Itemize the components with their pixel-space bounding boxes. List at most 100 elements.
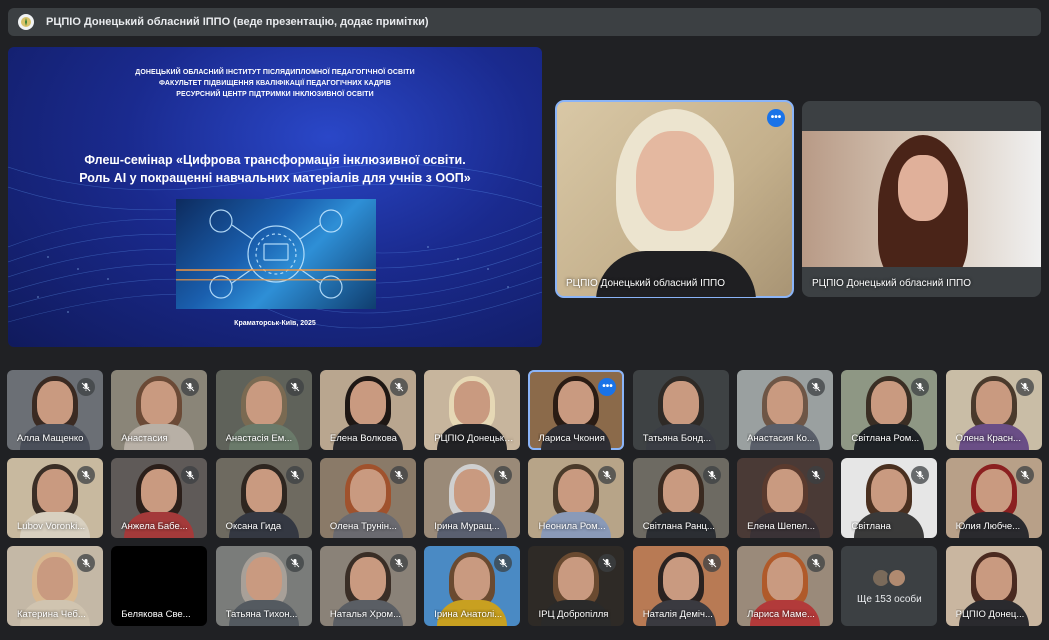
participant-name: Світлана [851, 521, 891, 532]
mic-off-icon [598, 554, 617, 572]
speaker-tile-main[interactable]: ••• РЦПІО Донецький обласний ІППО [555, 100, 794, 298]
participant-tile[interactable]: Белякова Све... [111, 546, 208, 626]
participant-tile[interactable]: Анжела Бабе... [111, 458, 208, 538]
participant-face [975, 381, 1012, 426]
mic-off-icon [77, 466, 95, 484]
participant-tile[interactable]: Елена Шепел... [737, 458, 834, 538]
participant-name: Оксана Гида [225, 521, 282, 532]
participant-name: Елена Волкова [329, 433, 397, 444]
participant-face [454, 469, 491, 514]
mic-off-icon [77, 378, 95, 396]
mic-off-icon [807, 554, 826, 572]
mic-off-icon [702, 466, 721, 484]
mic-off-icon [494, 466, 513, 484]
mic-off-icon [1015, 466, 1034, 484]
slide-illustration [176, 199, 376, 309]
participant-tile[interactable]: Лариса Маме... [737, 546, 834, 626]
mic-off-icon [911, 466, 930, 484]
participant-tile[interactable]: Олена Трунін... [319, 458, 416, 538]
speaker-tile-secondary[interactable]: РЦПІО Донецький обласний ІППО [802, 101, 1041, 297]
participant-tile[interactable]: Неонила Ром... [528, 458, 625, 538]
more-options-icon[interactable]: ••• [767, 109, 785, 127]
participant-face [245, 381, 282, 426]
speaker-body [596, 251, 756, 297]
slide-footer: Краматорськ-Київ, 2025 [234, 320, 316, 327]
participant-tile[interactable]: Алла Мащенко [7, 370, 103, 450]
secondary-video [802, 131, 1041, 267]
participant-face [141, 381, 178, 426]
mic-off-icon [285, 378, 304, 396]
participant-tile[interactable]: РЦПІО Донецький ... [424, 370, 521, 450]
slide-heading: Флеш-семінар «Цифрова трансформація інкл… [8, 151, 542, 187]
participant-face [662, 381, 699, 426]
participant-tile[interactable]: Татьяна Бонд... [632, 370, 729, 450]
mic-off-icon [389, 378, 408, 396]
participant-name: Лариса Чкония [538, 433, 605, 444]
mic-off-icon [181, 466, 200, 484]
participant-tile[interactable]: ІРЦ Добропілля [528, 546, 625, 626]
participant-tile[interactable]: Анастасия Ко... [737, 370, 834, 450]
participant-face [558, 557, 595, 602]
mic-off-icon [181, 378, 200, 396]
tile-label: РЦПІО Донецький обласний ІППО [812, 278, 972, 289]
slide-header-line: ДОНЕЦЬКИЙ ОБЛАСНИЙ ІНСТИТУТ ПІСЛЯДИПЛОМН… [135, 69, 415, 76]
participant-face [349, 381, 386, 426]
presenter-title: РЦПІО Донецький обласний ІППО (веде през… [46, 16, 429, 28]
participant-face [558, 381, 595, 426]
avatar [887, 567, 908, 588]
participant-name: РЦПІО Донец... [955, 609, 1025, 620]
participant-name: Белякова Све... [121, 609, 191, 620]
participant-face [662, 557, 699, 602]
participant-grid: Алла Мащенко Анастасия Анастасія Ем... Елен… [7, 370, 1042, 626]
participant-face [37, 469, 73, 514]
participant-tile[interactable]: РЦПІО Донец... [945, 546, 1042, 626]
speaker-face [636, 131, 714, 231]
tile-label: РЦПІО Донецький обласний ІППО [566, 278, 726, 289]
presentation-slide: ДОНЕЦЬКИЙ ОБЛАСНИЙ ІНСТИТУТ ПІСЛЯДИПЛОМН… [8, 47, 542, 347]
mic-off-icon [389, 466, 408, 484]
participant-name: РЦПІО Донецький ... [434, 433, 515, 444]
participant-name: Анастасія Ем... [225, 433, 293, 444]
participant-tile[interactable]: Світлана [841, 458, 938, 538]
participant-name: Лариса Маме... [747, 609, 815, 620]
participant-tile[interactable]: Анастасия [111, 370, 208, 450]
mic-off-icon [285, 466, 304, 484]
participant-tile[interactable]: Юлия Любче... [945, 458, 1042, 538]
mic-off-icon [285, 554, 304, 572]
slide-institution-header: ДОНЕЦЬКИЙ ОБЛАСНИЙ ІНСТИТУТ ПІСЛЯДИПЛОМН… [8, 67, 542, 100]
participant-face [245, 557, 282, 602]
participant-tile[interactable]: Ірина Анатолі... [424, 546, 521, 626]
participant-name: Анастасия Ко... [747, 433, 815, 444]
participant-name: Світлана Ром... [851, 433, 920, 444]
participant-tile[interactable]: Катерина Чеб... [7, 546, 103, 626]
participant-face [662, 469, 699, 514]
participant-face [558, 469, 595, 514]
more-options-icon[interactable]: ••• [598, 378, 617, 396]
participant-tile[interactable]: ••• Лариса Чкония [528, 370, 625, 450]
participant-name: Неонила Ром... [538, 521, 606, 532]
participant-name: Lubov Voronki... [17, 521, 86, 532]
participant-tile[interactable]: Елена Волкова [319, 370, 416, 450]
participant-tile[interactable]: Наталія Деміч... [632, 546, 729, 626]
participant-tile[interactable]: Світлана Ром... [841, 370, 938, 450]
participant-face [975, 557, 1012, 602]
participant-tile[interactable]: Lubov Voronki... [7, 458, 103, 538]
mic-off-icon [77, 554, 95, 572]
participant-face [141, 469, 178, 514]
participant-name: Наталія Деміч... [642, 609, 713, 620]
participant-tile[interactable]: Ірина Муращ... [424, 458, 521, 538]
more-participants-tile[interactable]: Ще 153 особи [841, 546, 938, 626]
participant-name: Елена Шепел... [747, 521, 815, 532]
mic-off-icon [1015, 378, 1034, 396]
participant-name: Ірина Муращ... [434, 521, 500, 532]
participant-tile[interactable]: Світлана Ранц... [632, 458, 729, 538]
participant-tile[interactable]: Олена Красн... [945, 370, 1042, 450]
participant-tile[interactable]: Наталья Хром... [319, 546, 416, 626]
participant-tile[interactable]: Оксана Гида [215, 458, 312, 538]
participant-face [454, 557, 491, 602]
participant-tile[interactable]: Татьяна Тихон... [215, 546, 312, 626]
participant-name: Олена Трунін... [329, 521, 397, 532]
participant-tile[interactable]: Анастасія Ем... [215, 370, 312, 450]
participant-face [871, 469, 908, 514]
participant-name: ІРЦ Добропілля [538, 609, 609, 620]
